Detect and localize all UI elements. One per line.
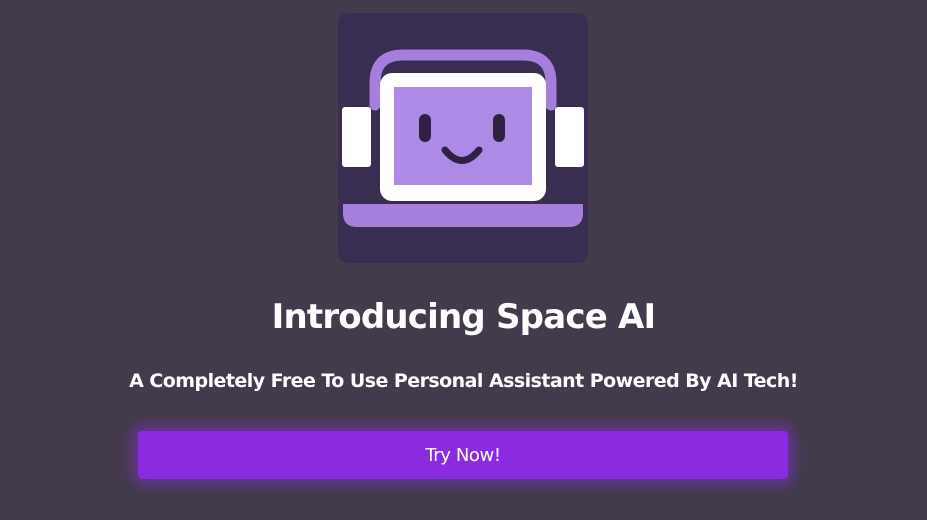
landing-page: Introducing Space AI A Completely Free T… [0, 0, 927, 520]
robot-headphones-icon [342, 49, 584, 227]
page-title: Introducing Space AI [271, 297, 657, 337]
page-subtitle: A Completely Free To Use Personal Assist… [129, 370, 798, 392]
app-logo [338, 13, 588, 263]
try-now-button[interactable]: Try Now! [138, 431, 788, 479]
